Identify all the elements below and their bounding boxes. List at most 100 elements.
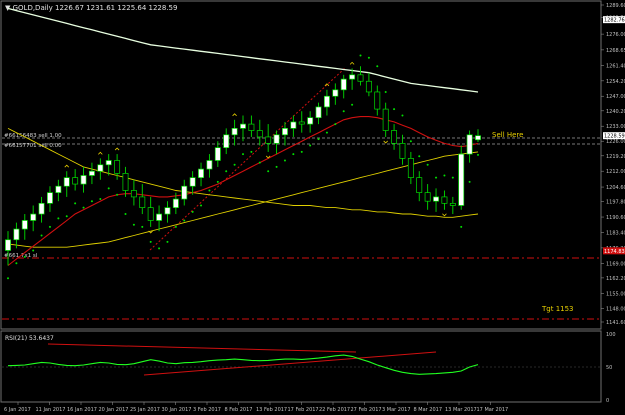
sar-dot [90,200,93,203]
candle-body [63,177,70,187]
price-tick-label: 1233.00 [606,124,625,130]
sar-dot [451,176,454,179]
candle-body [240,123,246,129]
fractal-arrows [64,61,447,234]
sar-dot [216,180,219,183]
price-tick-label: 1226.00 [606,139,625,145]
rsi-level-label: 100 [606,332,616,338]
price-axis: 1289.601283.701276.001268.651261.401254.… [601,3,625,326]
candle-body [105,160,112,166]
candle-body [172,198,179,208]
candle-body [38,202,45,215]
time-tick-label: 30 Jan 2017 [162,407,192,413]
sar-dot [233,163,236,166]
candle-body [349,74,356,80]
target-label: Tgt 1153 [541,305,574,313]
candle-body [290,121,297,129]
sar-dot [267,170,270,173]
price-tick-label: 1141.60 [606,320,625,326]
candle-body [265,136,272,144]
candle-body [365,80,372,93]
trendline-dotted[interactable] [149,67,346,251]
candle-body [206,160,213,170]
candle-body [198,168,204,178]
sar-dot [250,150,253,153]
time-tick-label: 27 Feb 2017 [351,407,382,413]
sar-dot [32,249,35,252]
candle-body [449,202,456,206]
sar-dot [393,108,396,111]
candle-body [323,95,330,108]
time-axis: 6 Jan 2017 11 Jan 2017 16 Jan 2017 20 Jan 2… [4,402,508,413]
sar-dot [124,213,127,216]
candle-body [231,128,238,136]
candle-body [5,239,11,251]
candle-body [298,121,305,125]
sar-dot [367,56,370,59]
price-tick-label: 1240.20 [606,109,625,115]
candle-body [114,160,121,174]
sar-dot [418,155,421,158]
sar-dot [443,174,446,177]
sar-dot [191,210,194,213]
price-tick-label: 1219.20 [606,154,625,160]
price-tick-label: 1183.40 [606,230,625,236]
sar-dot [376,65,379,68]
sar-dot [208,189,211,192]
sar-dot [65,215,68,218]
fractal-up-arrow [114,147,120,151]
sar-dot [225,170,228,173]
candlesticks [5,66,481,266]
candle-body [441,196,448,204]
price-tick-label: 1148.00 [606,306,625,312]
rsi-level-label: 0 [606,398,609,404]
price-badge: 1174.83 [604,249,625,255]
price-tick-label: 1289.60 [606,3,625,9]
price-tick-label: 1254.20 [606,79,625,85]
time-tick-label: 17 Feb 2017 [288,407,319,413]
time-tick-label: 13 Feb 2017 [256,407,287,413]
time-tick-label: 20 Jan 2017 [99,407,129,413]
sar-dot [99,198,102,201]
sar-dot [351,103,354,106]
time-tick-label: 8 Mar 2017 [414,407,443,413]
candle-body [357,74,364,82]
sar-dot [409,140,412,143]
price-tick-label: 1247.00 [606,94,625,100]
price-tick-label: 1190.60 [606,215,625,221]
sar-dot [468,180,471,183]
sar-dot [166,240,169,243]
sar-dot [183,219,186,222]
sar-dot [300,150,303,153]
sar-dot [57,217,60,220]
sar-dot [174,225,177,228]
candle-body [424,192,431,202]
trading-chart-window[interactable]: ▼ GOLD,Daily 1226.67 1231.61 1225.64 122… [0,0,625,415]
sar-dot [325,131,328,134]
candle-body [80,175,87,185]
time-tick-label: 11 Jan 2017 [36,407,66,413]
fractal-up-arrow [349,61,355,65]
candle-body [181,185,188,200]
candle-body [315,106,322,119]
candle-body [21,220,28,230]
time-tick-label: 17 Mar 2017 [477,407,509,413]
price-chart[interactable]: ▼ GOLD,Daily 1226.67 1231.61 1225.64 122… [0,0,625,415]
sar-dot [116,193,119,196]
time-tick-label: 13 Mar 2017 [445,407,477,413]
sar-dot [200,204,203,207]
sar-dot [317,138,320,141]
order-label-2: #66157701 sell 0.00 [4,143,62,149]
fractal-down-arrow [442,213,447,217]
price-tick-label: 1212.00 [606,169,625,175]
time-tick-label: 25 Jan 2017 [130,407,160,413]
price-tick-label: 1162.20 [606,276,625,282]
price-tick-label: 1169.00 [606,261,625,267]
rsi-line [7,354,479,375]
order-lines[interactable] [2,67,600,320]
time-tick-label: 3 Feb 2017 [193,407,221,413]
time-tick-label: 16 Jan 2017 [67,407,97,413]
candle-body [307,117,314,125]
sar-dot [292,153,295,156]
fractal-up-arrow [98,151,103,155]
